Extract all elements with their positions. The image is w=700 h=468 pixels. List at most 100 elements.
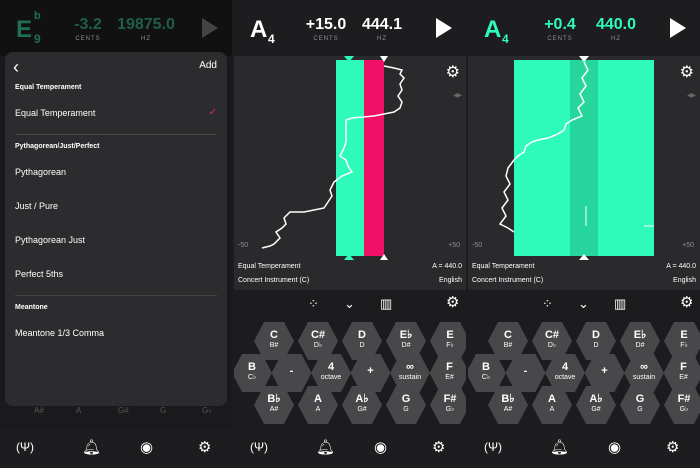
key-primary-label: A♭ [589,393,603,405]
key-primary-label: F [680,361,687,373]
section-header: Pythagorean/Just/Perfect [15,143,100,150]
temperament-panel: E b 9 -3.2 CENTS 19875.0 HZ A# A G# G G♭ ‹ A… [0,0,232,468]
temperament-option-label: Pythagorean [15,167,67,177]
hz-unit: HZ [611,36,621,42]
key-secondary-label: E# [445,374,454,381]
instrument-row[interactable]: Concert Instrument (C) English [238,277,462,284]
key-primary-label: G [635,393,645,405]
language-label[interactable]: English [673,277,696,284]
key-primary-label: F# [677,393,691,405]
key-secondary-label: E# [679,374,688,381]
graph-settings-gear-icon[interactable]: ⚙ [446,62,460,82]
temperament-label[interactable]: Equal Temperament [472,263,535,270]
chevron-down-icon[interactable]: ⌄ [344,296,355,312]
key-primary-label: B [248,361,256,373]
waveform-icon[interactable]: ◂▸ [453,90,462,101]
instrument-row[interactable]: Concert Instrument (C) English [472,277,696,284]
temperament-option[interactable]: Pythagorean [5,155,227,189]
a-reference-label[interactable]: A = 440.0 [666,263,696,270]
bell-tab-icon[interactable]: 🔔︎ [316,438,335,456]
temperament-option[interactable]: Meantone 1/3 Comma [5,316,227,350]
key-secondary-label: F♭ [680,342,688,349]
cents-readout: +15.0 CENTS [296,16,356,42]
tuner-header: A 4 +15.0 CENTS 444.1 HZ [234,0,466,56]
play-icon[interactable] [202,18,218,38]
keyboard-gear-icon[interactable]: ⚙ [680,293,693,311]
dots-icon[interactable]: ⁘ [308,296,319,312]
target-tab-icon[interactable]: ◉ [140,438,153,456]
hz-unit: HZ [377,36,387,42]
divider [15,295,217,296]
key-secondary-label: D [593,342,599,349]
note-display: A 4 [484,16,509,46]
note-octave: 4 [502,32,509,46]
target-tab-icon[interactable]: ◉ [608,438,621,456]
bell-tab-icon[interactable]: 🔔︎ [82,438,101,456]
key-primary-label: F [446,361,453,373]
key-primary-label: D [358,329,366,341]
play-icon[interactable] [670,18,686,38]
add-button[interactable]: Add [199,60,217,71]
hz-readout: 444.1 HZ [352,16,412,42]
graph-settings-gear-icon[interactable]: ⚙ [680,62,694,82]
dots-icon[interactable]: ⁘ [542,296,553,312]
back-chevron-icon[interactable]: ‹ [13,57,19,78]
temperament-option[interactable]: Perfect 5ths [5,257,227,291]
play-icon[interactable] [436,18,452,38]
cents-value: -3.2 [74,16,102,33]
instrument-label[interactable]: Concert Instrument (C) [238,277,309,284]
temperament-option[interactable]: Equal Temperament ✓ [5,96,227,130]
language-label[interactable]: English [439,277,462,284]
tuner-tab-icon[interactable]: (Ψ) [250,440,268,454]
chevron-down-icon[interactable]: ⌄ [578,296,589,312]
key-primary-label: D [592,329,600,341]
keyboard-gear-icon[interactable]: ⚙ [446,293,459,311]
cents-unit: CENTS [313,36,339,42]
key-secondary-label: A# [269,406,279,413]
key-primary-label: E♭ [399,329,413,341]
temperament-option[interactable]: Pythagorean Just [5,223,227,257]
checkmark-icon: ✓ [208,107,217,118]
key-secondary-label: D♭ [313,342,323,349]
scale-max-label: +50 [448,242,460,249]
key-primary-label: - [523,365,528,377]
keyboard-toolbar: ⁘ ⌄ ▥ ⚙ [234,292,466,316]
temperament-row[interactable]: Equal Temperament A = 440.0 [472,263,696,270]
note-name: E [16,16,33,43]
piano-icon[interactable]: ▥ [614,296,626,312]
key-primary-label: - [289,365,294,377]
temperament-option[interactable]: Just / Pure [5,189,227,223]
a-reference-label[interactable]: A = 440.0 [432,263,462,270]
note-octave: 4 [268,32,275,46]
key-primary-label: F# [443,393,457,405]
key-secondary-label: A [549,406,555,413]
pitch-graph: ⚙ ◂▸ -50 +50 [468,56,700,262]
key-primary-label: C [504,329,512,341]
piano-icon[interactable]: ▥ [380,296,392,312]
section-header: Equal Temperament [15,84,82,91]
tuner-tab-icon[interactable]: (Ψ) [484,440,502,454]
note-name: A [250,16,268,43]
cents-value: +15.0 [305,16,347,33]
key-secondary-label: G [403,406,409,413]
settings-tab-icon[interactable]: ⚙ [198,438,211,456]
scale-min-label: -50 [472,242,483,249]
key-primary-label: E♭ [633,329,647,341]
tuner-tab-icon[interactable]: (Ψ) [16,440,34,454]
settings-tab-icon[interactable]: ⚙ [432,438,445,456]
temperament-row[interactable]: Equal Temperament A = 440.0 [238,263,462,270]
dimmed-key-label: G♭ [202,406,212,415]
temperament-label[interactable]: Equal Temperament [238,263,301,270]
temperament-option-label: Perfect 5ths [15,269,64,279]
bell-tab-icon[interactable]: 🔔︎ [550,438,569,456]
settings-tab-icon[interactable]: ⚙ [666,438,679,456]
tuner-panel-sharp: A 4 +15.0 CENTS 444.1 HZ ⚙ ◂▸ -50 +50 Eq… [234,0,466,468]
key-secondary-label: sustain [632,374,656,381]
key-primary-label: 4 [561,361,569,373]
cents-readout: +0.4 CENTS [530,16,590,42]
note-octave: 9 [34,32,41,46]
waveform-icon[interactable]: ◂▸ [687,90,696,101]
target-tab-icon[interactable]: ◉ [374,438,387,456]
instrument-label[interactable]: Concert Instrument (C) [472,277,543,284]
dimmed-key-label: A# [34,406,44,415]
